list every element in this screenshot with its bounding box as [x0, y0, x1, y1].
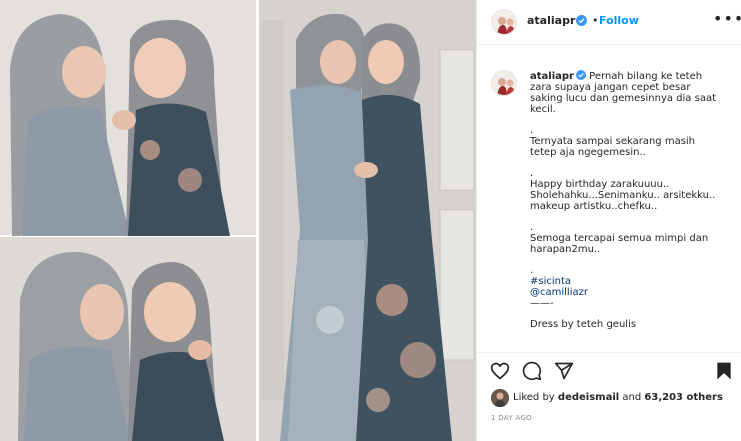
avatar-image: [492, 10, 516, 34]
caption-line: Sholehahku...Senimanku.. arsitekku..: [530, 190, 716, 201]
caption-line: .: [530, 168, 534, 179]
likes-prefix: Liked by: [513, 392, 555, 403]
separator-dot: •: [592, 14, 599, 27]
heart-icon[interactable]: [490, 361, 510, 381]
likes-count[interactable]: 63,203 others: [644, 392, 723, 403]
avatar[interactable]: [491, 9, 517, 35]
caption-username[interactable]: ataliapr: [530, 71, 574, 82]
caption-paragraph: . Ternyata sampai sekarang masih tetep a…: [530, 125, 735, 158]
caption-avatar[interactable]: [491, 70, 517, 96]
caption-area[interactable]: ataliapr Pernah bilang ke teteh zara sup…: [477, 46, 741, 352]
caption-line: Dress by teteh geulis: [530, 319, 637, 330]
likes-middle: and: [622, 392, 642, 403]
header-username[interactable]: ataliapr: [527, 14, 575, 27]
caption-line-text: Pernah bilang ke teteh: [589, 71, 703, 82]
liker-avatar-image: [491, 389, 509, 407]
verified-badge-icon: [575, 70, 586, 80]
post-photo[interactable]: [0, 0, 476, 441]
mention-link[interactable]: @camilliazr: [530, 287, 735, 298]
caption-line: makeup artistku..chefku..: [530, 201, 658, 212]
caption-paragraph: ataliapr Pernah bilang ke teteh zara sup…: [530, 70, 735, 115]
caption-paragraph: . #sicinta @camilliazr ——-: [530, 265, 735, 309]
post-actions: Liked by dedeismail and 63,203 others 1 …: [477, 352, 741, 441]
hashtag-link[interactable]: #sicinta: [530, 276, 735, 287]
verified-badge-icon: [576, 15, 587, 26]
comment-icon[interactable]: [522, 361, 542, 381]
caption-paragraph: Dress by teteh geulis: [530, 319, 735, 330]
liker-username[interactable]: dedeismail: [558, 392, 619, 403]
post-timestamp[interactable]: 1 DAY AGO: [491, 414, 532, 422]
liker-avatar[interactable]: [491, 389, 509, 407]
caption-paragraph: . Happy birthday zarakuuuu.. Sholehahku.…: [530, 168, 735, 212]
caption-line: saking lucu dan gemesinnya dia saat: [530, 93, 716, 104]
caption-line: .: [530, 125, 534, 136]
caption-text: ataliapr Pernah bilang ke teteh zara sup…: [530, 70, 735, 340]
caption-line: zara supaya jangan cepet besar: [530, 82, 691, 93]
post-header: ataliapr • Follow •••: [477, 0, 741, 45]
caption-line: Semoga tercapai semua mimpi dan: [530, 233, 709, 244]
caption-line: kecil.: [530, 104, 556, 115]
post-detail-panel: ataliapr • Follow ••• ataliapr Pernah bi…: [476, 0, 741, 441]
more-options-button[interactable]: •••: [713, 9, 741, 28]
caption-avatar-image: [492, 71, 516, 95]
caption-paragraph: . Semoga tercapai semua mimpi dan harapa…: [530, 222, 735, 255]
share-icon[interactable]: [554, 361, 574, 381]
follow-button[interactable]: Follow: [599, 14, 639, 27]
caption-line: .: [530, 222, 534, 233]
caption-line: .: [530, 265, 534, 276]
caption-line: ——-: [530, 298, 554, 309]
caption-line: tetep aja ngegemesin..: [530, 147, 646, 158]
collage-image: [0, 0, 476, 441]
caption-line: Ternyata sampai sekarang masih: [530, 136, 696, 147]
caption-line: Happy birthday zarakuuuu..: [530, 179, 670, 190]
bookmark-icon[interactable]: [714, 361, 734, 381]
caption-line: harapan2mu..: [530, 244, 601, 255]
likes-text: Liked by dedeismail and 63,203 others: [513, 392, 723, 403]
caption-line: ataliapr Pernah bilang ke teteh: [530, 70, 735, 82]
